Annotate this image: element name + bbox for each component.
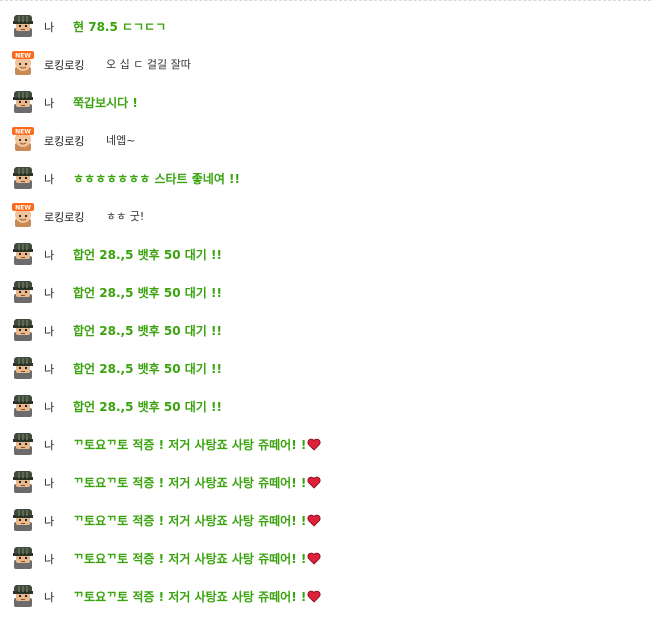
message-text-content: 오 십 ㄷ 걸길 잘따 [106, 58, 191, 71]
sender-name[interactable]: 나 [44, 19, 54, 35]
soldier-avatar-icon[interactable] [10, 240, 36, 266]
chat-message-row: 나 합언 28.,5 뱃후 50 대기 !! [0, 390, 651, 428]
message-text-content: ᄁ토요ᄁ토 적증 ! 저거 사탕죠 사탕 쥬떼어! ! [73, 552, 307, 566]
chat-message-row: 나 ᄁ토요ᄁ토 적증 ! 저거 사탕죠 사탕 쥬떼어! ! [0, 542, 651, 580]
message-text: 합언 28.,5 뱃후 50 대기 !! [73, 322, 222, 339]
sender-name[interactable]: 나 [44, 475, 54, 491]
svg-text:NEW: NEW [15, 205, 31, 212]
soldier-avatar-icon[interactable] [10, 582, 36, 608]
chat-log: 나현 78.5 ㄷㄱㄷㄱ NEW 로킹로킹 오 십 ㄷ 걸길 잘따 나 쭉갑보시다 … [0, 0, 651, 619]
chat-message-row: NEW 로킹로킹 네엡~ [0, 124, 651, 162]
message-text: ㅎㅎ 굿! [106, 208, 144, 224]
chat-message-row: 나 ㅎㅎㅎㅎㅎㅎㅎ 스타트 좋네여 !! [0, 162, 651, 200]
heart-icon [307, 552, 321, 568]
soldier-avatar-icon[interactable] [10, 506, 36, 532]
message-text-content: 현 78.5 ㄷㄱㄷㄱ [73, 20, 167, 34]
soldier-avatar-icon[interactable] [10, 354, 36, 380]
sender-name[interactable]: 로킹로킹 [44, 57, 84, 73]
soldier-avatar-icon[interactable] [10, 544, 36, 570]
message-text-content: 합언 28.,5 뱃후 50 대기 !! [73, 286, 222, 300]
message-text-content: 네엡~ [106, 134, 136, 147]
message-text-content: 합언 28.,5 뱃후 50 대기 !! [73, 248, 222, 262]
svg-text:NEW: NEW [15, 129, 31, 136]
message-text: ᄁ토요ᄁ토 적증 ! 저거 사탕죠 사탕 쥬떼어! ! [73, 512, 321, 530]
sender-name[interactable]: 나 [44, 361, 54, 377]
soldier-avatar-icon[interactable] [10, 12, 36, 38]
new-badge-avatar-icon[interactable]: NEW [10, 126, 36, 152]
sender-name[interactable]: 로킹로킹 [44, 209, 84, 225]
message-text-content: ᄁ토요ᄁ토 적증 ! 저거 사탕죠 사탕 쥬떼어! ! [73, 590, 307, 604]
message-text: ᄁ토요ᄁ토 적증 ! 저거 사탕죠 사탕 쥬떼어! ! [73, 436, 321, 454]
sender-name[interactable]: 로킹로킹 [44, 133, 84, 149]
message-text: ᄁ토요ᄁ토 적증 ! 저거 사탕죠 사탕 쥬떼어! ! [73, 474, 321, 492]
soldier-avatar-icon[interactable] [10, 88, 36, 114]
chat-message-row: NEW 로킹로킹 ㅎㅎ 굿! [0, 200, 651, 238]
message-text: ㅎㅎㅎㅎㅎㅎㅎ 스타트 좋네여 !! [73, 170, 240, 187]
message-text: 쭉갑보시다 ! [73, 94, 138, 111]
message-text: 합언 28.,5 뱃후 50 대기 !! [73, 284, 222, 301]
heart-icon [307, 514, 321, 530]
message-text: 현 78.5 ㄷㄱㄷㄱ [73, 18, 166, 35]
message-text-content: 합언 28.,5 뱃후 50 대기 !! [73, 400, 222, 414]
chat-message-row: 나 ᄁ토요ᄁ토 적증 ! 저거 사탕죠 사탕 쥬떼어! ! [0, 504, 651, 542]
sender-name[interactable]: 나 [44, 513, 54, 529]
soldier-avatar-icon[interactable] [10, 392, 36, 418]
sender-name[interactable]: 나 [44, 171, 54, 187]
heart-icon [307, 438, 321, 454]
chat-message-row: 나 합언 28.,5 뱃후 50 대기 !! [0, 276, 651, 314]
message-text: 합언 28.,5 뱃후 50 대기 !! [73, 398, 222, 415]
chat-message-row: 나 쭉갑보시다 ! [0, 86, 651, 124]
message-text-content: ㅎㅎ 굿! [106, 210, 145, 223]
chat-message-row: 나 ᄁ토요ᄁ토 적증 ! 저거 사탕죠 사탕 쥬떼어! ! [0, 580, 651, 618]
message-text-content: ᄁ토요ᄁ토 적증 ! 저거 사탕죠 사탕 쥬떼어! ! [73, 438, 307, 452]
chat-message-row: 나 합언 28.,5 뱃후 50 대기 !! [0, 352, 651, 390]
sender-name[interactable]: 나 [44, 437, 54, 453]
sender-name[interactable]: 나 [44, 399, 54, 415]
message-text-content: ᄁ토요ᄁ토 적증 ! 저거 사탕죠 사탕 쥬떼어! ! [73, 514, 307, 528]
soldier-avatar-icon[interactable] [10, 316, 36, 342]
message-text: ᄁ토요ᄁ토 적증 ! 저거 사탕죠 사탕 쥬떼어! ! [73, 550, 321, 568]
soldier-avatar-icon[interactable] [10, 468, 36, 494]
svg-text:NEW: NEW [15, 53, 31, 60]
sender-name[interactable]: 나 [44, 551, 54, 567]
message-text: 합언 28.,5 뱃후 50 대기 !! [73, 246, 222, 263]
chat-message-row: 나 ᄁ토요ᄁ토 적증 ! 저거 사탕죠 사탕 쥬떼어! ! [0, 466, 651, 504]
heart-icon [307, 476, 321, 492]
message-text: ᄁ토요ᄁ토 적증 ! 저거 사탕죠 사탕 쥬떼어! ! [73, 588, 321, 606]
chat-message-row: 나 ᄁ토요ᄁ토 적증 ! 저거 사탕죠 사탕 쥬떼어! ! [0, 428, 651, 466]
soldier-avatar-icon[interactable] [10, 430, 36, 456]
message-text-content: ᄁ토요ᄁ토 적증 ! 저거 사탕죠 사탕 쥬떼어! ! [73, 476, 307, 490]
sender-name[interactable]: 나 [44, 95, 54, 111]
sender-name[interactable]: 나 [44, 589, 54, 605]
sender-name[interactable]: 나 [44, 285, 54, 301]
message-text-content: 합언 28.,5 뱃후 50 대기 !! [73, 362, 222, 376]
sender-name[interactable]: 나 [44, 323, 54, 339]
chat-message-row: NEW 로킹로킹 오 십 ㄷ 걸길 잘따 [0, 48, 651, 86]
soldier-avatar-icon[interactable] [10, 278, 36, 304]
chat-message-row: 나 현 78.5 ㄷㄱㄷㄱ [0, 10, 651, 48]
chat-message-row: 나 합언 28.,5 뱃후 50 대기 !! [0, 314, 651, 352]
message-text-content: 합언 28.,5 뱃후 50 대기 !! [73, 324, 222, 338]
message-text-content: 쭉갑보시다 ! [73, 96, 138, 110]
new-badge-avatar-icon[interactable]: NEW [10, 202, 36, 228]
message-text: 네엡~ [106, 132, 135, 148]
soldier-avatar-icon[interactable] [10, 164, 36, 190]
message-text-content: ㅎㅎㅎㅎㅎㅎㅎ 스타트 좋네여 !! [73, 172, 240, 186]
heart-icon [307, 590, 321, 606]
message-text: 합언 28.,5 뱃후 50 대기 !! [73, 360, 222, 377]
sender-name[interactable]: 나 [44, 247, 54, 263]
new-badge-avatar-icon[interactable]: NEW [10, 50, 36, 76]
chat-message-row: 나 합언 28.,5 뱃후 50 대기 !! [0, 238, 651, 276]
message-text: 오 십 ㄷ 걸길 잘따 [106, 56, 191, 72]
